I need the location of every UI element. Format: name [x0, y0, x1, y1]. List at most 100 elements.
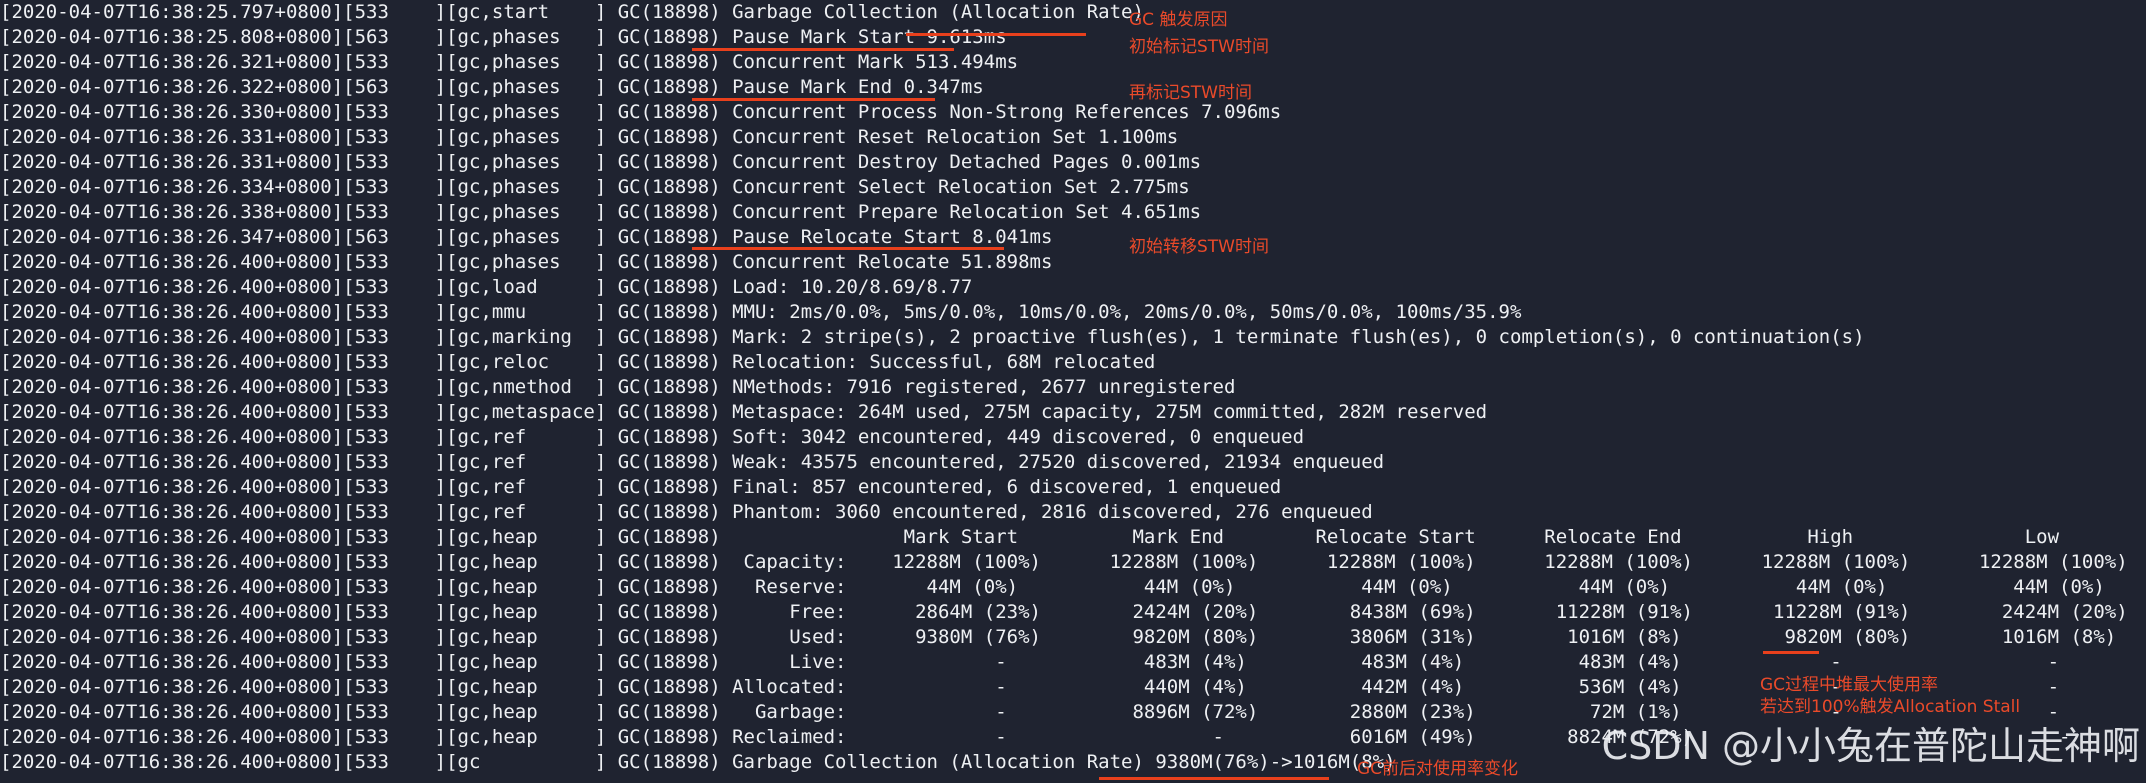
underline-usage-change	[1099, 777, 1329, 780]
log-line: [2020-04-07T16:38:25.808+0800][563 ][gc,…	[0, 25, 1007, 50]
log-line: [2020-04-07T16:38:26.331+0800][533 ][gc,…	[0, 150, 1201, 175]
log-line: [2020-04-07T16:38:26.400+0800][533 ][gc,…	[0, 675, 2059, 700]
log-prefix: [2020-04-07T16:38:26.400+0800][533 ][gc,…	[0, 301, 733, 323]
log-prefix: [2020-04-07T16:38:26.400+0800][533 ][gc,…	[0, 251, 733, 273]
log-highlighted-message: Pause Mark End 0.347ms	[732, 76, 984, 98]
log-message: Phantom: 3060 encountered, 2816 discover…	[732, 501, 1373, 523]
log-message: Final: 857 encountered, 6 discovered, 1 …	[732, 476, 1282, 498]
underline-initial-relocate	[692, 247, 1004, 250]
log-prefix: [2020-04-07T16:38:26.400+0800][533 ][gc,…	[0, 501, 733, 523]
log-message: Load: 10.20/8.69/8.77	[732, 276, 973, 298]
log-message: Concurrent Destroy Detached Pages 0.001m…	[732, 151, 1202, 173]
log-prefix: [2020-04-07T16:38:26.400+0800][533 ][gc,…	[0, 701, 733, 723]
log-message: Garbage Collection (Allocation Rate) 938…	[732, 751, 1396, 773]
log-line: [2020-04-07T16:38:26.400+0800][533 ][gc,…	[0, 500, 1373, 525]
log-prefix: [2020-04-07T16:38:26.338+0800][533 ][gc,…	[0, 201, 733, 223]
log-prefix: [2020-04-07T16:38:26.334+0800][533 ][gc,…	[0, 176, 733, 198]
log-line: [2020-04-07T16:38:26.400+0800][533 ][gc,…	[0, 400, 1487, 425]
annotation-gc-cause: GC 触发原因	[1129, 10, 1228, 30]
log-prefix: [2020-04-07T16:38:26.400+0800][533 ][gc,…	[0, 726, 733, 748]
log-prefix: [2020-04-07T16:38:26.400+0800][533 ][gc,…	[0, 651, 733, 673]
log-prefix: [2020-04-07T16:38:26.400+0800][533 ][gc,…	[0, 426, 733, 448]
log-line: [2020-04-07T16:38:26.400+0800][533 ][gc,…	[0, 625, 2116, 650]
log-prefix: [2020-04-07T16:38:25.797+0800][533 ][gc,…	[0, 1, 733, 23]
gc-log-terminal: [2020-04-07T16:38:25.797+0800][533 ][gc,…	[0, 0, 2146, 783]
log-prefix: [2020-04-07T16:38:26.400+0800][533 ][gc,…	[0, 276, 733, 298]
log-message: Soft: 3042 encountered, 449 discovered, …	[732, 426, 1305, 448]
log-message: NMethods: 7916 registered, 2677 unregist…	[732, 376, 1236, 398]
log-prefix: [2020-04-07T16:38:26.400+0800][533 ][gc,…	[0, 576, 733, 598]
log-message: Capacity: 12288M (100%) 12288M (100%) 12…	[732, 551, 2128, 573]
log-line: [2020-04-07T16:38:26.400+0800][533 ][gc,…	[0, 300, 1521, 325]
log-prefix: [2020-04-07T16:38:26.331+0800][533 ][gc,…	[0, 151, 733, 173]
log-line: [2020-04-07T16:38:26.400+0800][533 ][gc,…	[0, 350, 1155, 375]
log-line: [2020-04-07T16:38:26.400+0800][533 ][gc,…	[0, 275, 972, 300]
log-message: Mark: 2 stripe(s), 2 proactive flush(es)…	[732, 326, 1865, 348]
annotation-remark-stw: 再标记STW时间	[1129, 83, 1252, 103]
log-prefix: [2020-04-07T16:38:26.330+0800][533 ][gc,…	[0, 101, 733, 123]
annotation-usage-change: GC前后对使用率变化	[1357, 759, 1519, 779]
log-message: Concurrent Reset Relocation Set 1.100ms	[732, 126, 1179, 148]
log-line: [2020-04-07T16:38:26.400+0800][533 ][gc,…	[0, 650, 2059, 675]
log-line: [2020-04-07T16:38:26.331+0800][533 ][gc,…	[0, 125, 1178, 150]
log-line: [2020-04-07T16:38:25.797+0800][533 ][gc,…	[0, 0, 1144, 25]
log-prefix: [2020-04-07T16:38:26.347+0800][563 ][gc,…	[0, 226, 733, 248]
log-prefix: [2020-04-07T16:38:26.321+0800][533 ][gc,…	[0, 51, 733, 73]
annotation-initial-mark-stw: 初始标记STW时间	[1129, 37, 1269, 57]
csdn-watermark: CSDN @小小兔在普陀山走神啊	[1601, 724, 2140, 768]
log-highlighted-message: Pause Mark Start 9.613ms	[732, 26, 1007, 48]
log-line: [2020-04-07T16:38:26.334+0800][533 ][gc,…	[0, 175, 1190, 200]
log-message: Concurrent Process Non-Strong References…	[732, 101, 1282, 123]
log-line: [2020-04-07T16:38:26.400+0800][533 ][gc,…	[0, 375, 1235, 400]
log-prefix: [2020-04-07T16:38:26.400+0800][533 ][gc,…	[0, 551, 733, 573]
log-message: MMU: 2ms/0.0%, 5ms/0.0%, 10ms/0.0%, 20ms…	[732, 301, 1522, 323]
log-message: Reserve: 44M (0%) 44M (0%) 44M (0%) 44M …	[732, 576, 2105, 598]
underline-heap-max-usage	[1763, 651, 1819, 654]
log-prefix: [2020-04-07T16:38:26.400+0800][533 ][gc,…	[0, 626, 733, 648]
log-message: Free: 2864M (23%) 2424M (20%) 8438M (69%…	[732, 601, 2128, 623]
log-line: [2020-04-07T16:38:26.400+0800][533 ][gc,…	[0, 550, 2128, 575]
log-line: [2020-04-07T16:38:26.400+0800][533 ][gc …	[0, 750, 1396, 775]
log-line: [2020-04-07T16:38:26.322+0800][563 ][gc,…	[0, 75, 984, 100]
log-prefix: [2020-04-07T16:38:26.331+0800][533 ][gc,…	[0, 126, 733, 148]
log-prefix: [2020-04-07T16:38:25.808+0800][563 ][gc,…	[0, 26, 733, 48]
log-line: [2020-04-07T16:38:26.321+0800][533 ][gc,…	[0, 50, 1018, 75]
log-prefix: [2020-04-07T16:38:26.322+0800][563 ][gc,…	[0, 76, 733, 98]
log-line: [2020-04-07T16:38:26.400+0800][533 ][gc,…	[0, 425, 1304, 450]
log-prefix: [2020-04-07T16:38:26.400+0800][533 ][gc,…	[0, 526, 733, 548]
log-message: Used: 9380M (76%) 9820M (80%) 3806M (31%…	[732, 626, 2117, 648]
log-prefix: [2020-04-07T16:38:26.400+0800][533 ][gc,…	[0, 676, 733, 698]
log-line: [2020-04-07T16:38:26.400+0800][533 ][gc,…	[0, 475, 1281, 500]
log-message: Metaspace: 264M used, 275M capacity, 275…	[732, 401, 1488, 423]
annotation-heap-max-usage-line1: GC过程中堆最大使用率	[1760, 675, 1939, 695]
underline-gc-cause	[906, 33, 1086, 36]
log-prefix: [2020-04-07T16:38:26.400+0800][533 ][gc,…	[0, 376, 733, 398]
log-highlighted-message: Pause Relocate Start 8.041ms	[732, 226, 1053, 248]
log-line: [2020-04-07T16:38:26.330+0800][533 ][gc,…	[0, 100, 1281, 125]
log-message: Relocation: Successful, 68M relocated	[732, 351, 1156, 373]
annotation-initial-relocate-stw: 初始转移STW时间	[1129, 237, 1269, 257]
log-message: Concurrent Prepare Relocation Set 4.651m…	[732, 201, 1202, 223]
underline-initial-mark	[692, 48, 954, 51]
log-message: Live: - 483M (4%) 483M (4%) 483M (4%) - …	[732, 651, 2060, 673]
log-message: Mark Start Mark End Relocate Start Reloc…	[732, 526, 2060, 548]
log-line: [2020-04-07T16:38:26.400+0800][533 ][gc,…	[0, 575, 2105, 600]
log-prefix: [2020-04-07T16:38:26.400+0800][533 ][gc,…	[0, 401, 733, 423]
log-line: [2020-04-07T16:38:26.400+0800][533 ][gc,…	[0, 325, 1865, 350]
log-prefix: [2020-04-07T16:38:26.400+0800][533 ][gc,…	[0, 601, 733, 623]
log-prefix: [2020-04-07T16:38:26.400+0800][533 ][gc,…	[0, 351, 733, 373]
log-message: Concurrent Mark 513.494ms	[732, 51, 1019, 73]
underline-remark	[692, 98, 935, 101]
log-prefix: [2020-04-07T16:38:26.400+0800][533 ][gc,…	[0, 326, 733, 348]
log-line: [2020-04-07T16:38:26.400+0800][533 ][gc,…	[0, 250, 1052, 275]
log-prefix: [2020-04-07T16:38:26.400+0800][533 ][gc,…	[0, 451, 733, 473]
log-line: [2020-04-07T16:38:26.400+0800][533 ][gc,…	[0, 600, 2128, 625]
log-message: Garbage Collection (Allocation Rate)	[732, 1, 1144, 23]
log-message: Concurrent Select Relocation Set 2.775ms	[732, 176, 1190, 198]
log-line: [2020-04-07T16:38:26.400+0800][533 ][gc,…	[0, 450, 1384, 475]
log-prefix: [2020-04-07T16:38:26.400+0800][533 ][gc,…	[0, 476, 733, 498]
log-prefix: [2020-04-07T16:38:26.400+0800][533 ][gc …	[0, 751, 733, 773]
log-message: Concurrent Relocate 51.898ms	[732, 251, 1053, 273]
log-line: [2020-04-07T16:38:26.400+0800][533 ][gc,…	[0, 525, 2059, 550]
log-line: [2020-04-07T16:38:26.338+0800][533 ][gc,…	[0, 200, 1201, 225]
